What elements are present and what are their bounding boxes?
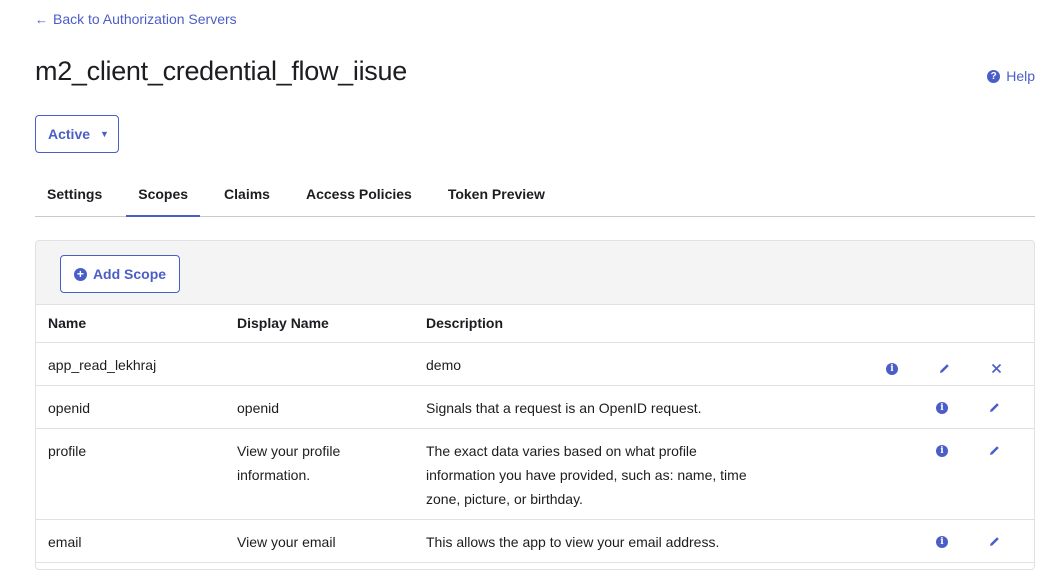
column-header-display-name: Display Name bbox=[225, 305, 414, 343]
add-scope-button[interactable]: + Add Scope bbox=[60, 255, 180, 293]
scope-display-name: openid bbox=[225, 385, 414, 429]
info-icon[interactable]: i bbox=[884, 361, 900, 377]
scopes-table: Name Display Name Description app_read_l… bbox=[36, 305, 1034, 563]
row-actions: i bbox=[774, 342, 1034, 386]
status-value: Active bbox=[48, 126, 91, 142]
delete-close-icon[interactable] bbox=[988, 361, 1004, 377]
page-title: m2_client_credential_flow_iisue bbox=[35, 56, 407, 86]
scope-description: Signals that a request is an OpenID requ… bbox=[414, 385, 774, 429]
tab-token-preview[interactable]: Token Preview bbox=[436, 176, 557, 217]
help-icon: ? bbox=[987, 69, 1001, 83]
scope-name: openid bbox=[36, 385, 225, 429]
scope-description: The exact data varies based on what prof… bbox=[414, 428, 774, 520]
caret-down-icon: ▼ bbox=[100, 129, 109, 139]
info-icon[interactable]: i bbox=[934, 534, 950, 550]
tab-claims[interactable]: Claims bbox=[212, 176, 282, 217]
tab-access-policies[interactable]: Access Policies bbox=[294, 176, 424, 217]
plus-circle-icon: + bbox=[73, 267, 87, 281]
scope-name: profile bbox=[36, 428, 225, 520]
column-header-description: Description bbox=[414, 305, 774, 343]
row-actions: i bbox=[774, 428, 1034, 520]
back-link-label: Back to Authorization Servers bbox=[53, 11, 237, 27]
help-link[interactable]: ? Help bbox=[987, 68, 1035, 84]
scopes-panel: + Add Scope Name Display Name Descriptio… bbox=[35, 240, 1035, 570]
scope-name: app_read_lekhraj bbox=[36, 342, 225, 386]
tab-settings[interactable]: Settings bbox=[35, 176, 114, 217]
arrow-left-icon: ← bbox=[35, 11, 48, 27]
scope-display-name bbox=[225, 342, 414, 386]
table-row: profile View your profile information. T… bbox=[36, 428, 1034, 520]
column-header-name: Name bbox=[36, 305, 225, 343]
edit-pencil-icon[interactable] bbox=[986, 443, 1002, 459]
column-header-actions bbox=[774, 305, 1034, 343]
table-row: app_read_lekhraj demo i bbox=[36, 342, 1034, 386]
scope-description: demo bbox=[414, 342, 774, 386]
edit-pencil-icon[interactable] bbox=[986, 400, 1002, 416]
edit-pencil-icon[interactable] bbox=[986, 534, 1002, 550]
scopes-toolbar: + Add Scope bbox=[36, 241, 1034, 305]
info-icon[interactable]: i bbox=[934, 400, 950, 416]
row-actions: i bbox=[774, 385, 1034, 429]
back-to-authorization-servers-link[interactable]: ← Back to Authorization Servers bbox=[35, 11, 237, 27]
scope-display-name: View your profile information. bbox=[225, 428, 414, 520]
help-label: Help bbox=[1006, 68, 1035, 84]
edit-pencil-icon[interactable] bbox=[936, 361, 952, 377]
table-header-row: Name Display Name Description bbox=[36, 305, 1034, 343]
add-scope-label: Add Scope bbox=[92, 266, 167, 282]
tab-bar: Settings Scopes Claims Access Policies T… bbox=[35, 176, 1035, 217]
status-dropdown[interactable]: Active ▼ bbox=[35, 115, 119, 153]
table-row: openid openid Signals that a request is … bbox=[36, 385, 1034, 429]
info-icon[interactable]: i bbox=[934, 443, 950, 459]
tab-scopes[interactable]: Scopes bbox=[126, 176, 201, 217]
